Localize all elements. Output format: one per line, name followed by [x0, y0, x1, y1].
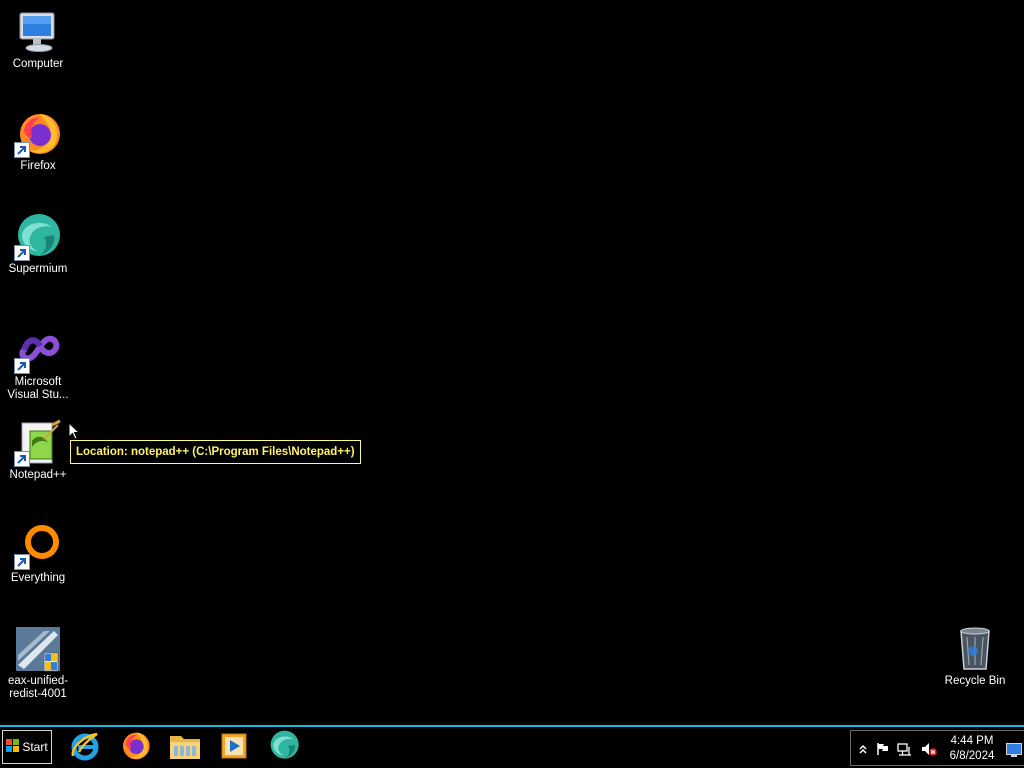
taskbar-media-player[interactable] — [215, 730, 253, 766]
shortcut-arrow-icon — [14, 451, 30, 467]
desktop-icon-notepadpp[interactable]: Notepad++ — [0, 419, 76, 482]
location-tooltip: Location: notepad++ (C:\Program Files\No… — [70, 440, 361, 464]
taskbar-supermium[interactable] — [265, 730, 303, 766]
desktop-icon-supermium[interactable]: Supermium — [0, 213, 76, 276]
taskbar-file-explorer[interactable] — [166, 730, 204, 766]
network-icon[interactable] — [897, 741, 913, 757]
everything-icon — [14, 522, 62, 570]
supermium-icon — [268, 730, 300, 767]
desktop-icon-label: Everything — [10, 572, 66, 584]
windows-logo-icon — [6, 739, 20, 755]
start-label: Start — [22, 740, 48, 754]
firefox-icon — [119, 730, 151, 767]
desktop-icon-everything[interactable]: Everything — [0, 522, 76, 585]
show-desktop-icon[interactable] — [1006, 743, 1022, 757]
desktop-icon-computer[interactable]: Computer — [0, 8, 76, 71]
shortcut-arrow-icon — [14, 245, 30, 261]
action-center-flag-icon[interactable] — [875, 741, 891, 757]
desktop-icon-firefox[interactable]: Firefox — [0, 110, 76, 173]
desktop-icon-installer[interactable]: eax-unified-redist-4001 — [0, 625, 76, 701]
notepadpp-icon — [14, 419, 62, 467]
clock-date: 6/8/2024 — [949, 750, 995, 762]
desktop-icon-label: eax-unified-redist-4001 — [7, 675, 69, 700]
recycle-bin-icon — [951, 625, 999, 673]
desktop-icon-label: Computer — [12, 58, 64, 70]
volume-muted-icon[interactable] — [921, 741, 937, 757]
supermium-icon — [14, 213, 62, 261]
internet-explorer-icon — [69, 730, 101, 767]
taskbar: Start 4:44 PM 6/8/2024 — [0, 725, 1024, 768]
desktop-icon-recycle-bin[interactable]: Recycle Bin — [937, 625, 1013, 688]
taskbar-firefox[interactable] — [116, 730, 154, 766]
desktop-icon-visual-studio[interactable]: Microsoft Visual Stu... — [0, 326, 76, 402]
folder-icon — [168, 731, 202, 766]
desktop-icon-label: Supermium — [8, 263, 68, 275]
computer-icon — [14, 8, 62, 56]
desktop-icon-label: Recycle Bin — [944, 675, 1006, 687]
shortcut-arrow-icon — [14, 554, 30, 570]
shortcut-arrow-icon — [14, 358, 30, 374]
system-tray: 4:44 PM 6/8/2024 — [850, 730, 1024, 766]
clock-time: 4:44 PM — [950, 735, 994, 747]
installer-icon — [14, 625, 62, 673]
desktop-icon-label: Microsoft Visual Stu... — [7, 376, 69, 401]
mouse-cursor-icon — [68, 421, 81, 446]
taskbar-internet-explorer[interactable] — [66, 730, 104, 766]
clock[interactable]: 4:44 PM 6/8/2024 — [941, 734, 1003, 764]
start-button[interactable]: Start — [2, 730, 52, 764]
desktop-icon-label: Firefox — [20, 160, 56, 172]
show-hidden-icons-chevron-icon[interactable] — [855, 741, 871, 757]
visual-studio-icon — [14, 326, 62, 374]
media-player-icon — [220, 732, 248, 765]
shortcut-arrow-icon — [14, 142, 30, 158]
firefox-icon — [14, 110, 62, 158]
desktop-icon-label: Notepad++ — [9, 469, 67, 481]
